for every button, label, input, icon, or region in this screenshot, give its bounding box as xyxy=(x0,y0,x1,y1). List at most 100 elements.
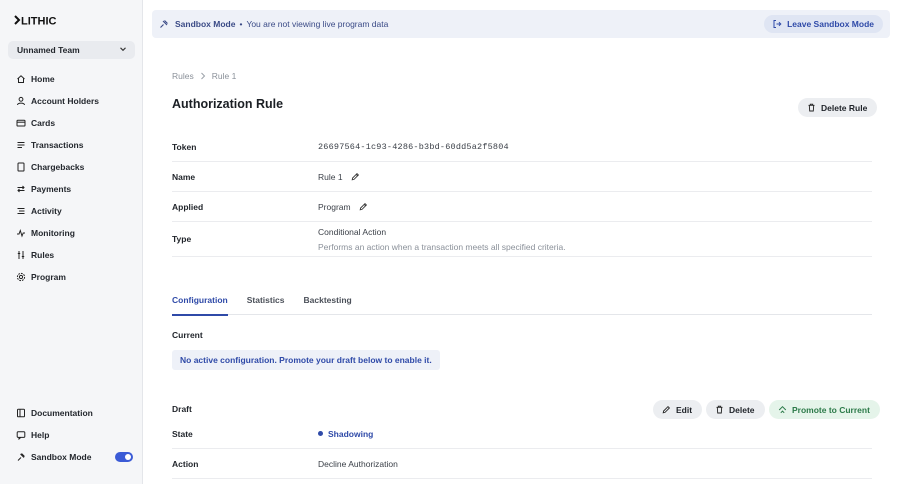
edit-name-icon[interactable] xyxy=(351,172,360,181)
promote-icon xyxy=(778,405,787,414)
banner-mode: Sandbox Mode xyxy=(175,19,236,29)
leave-sandbox-button[interactable]: Leave Sandbox Mode xyxy=(764,15,883,33)
team-name: Unnamed Team xyxy=(17,45,80,55)
sidebar-item-payments[interactable]: Payments xyxy=(8,178,135,200)
sidebar-item-documentation[interactable]: Documentation xyxy=(8,402,135,424)
token-value: 26697564-1c93-4286-b3bd-60dd5a2f5804 xyxy=(318,141,509,152)
detail-row-token: Token 26697564-1c93-4286-b3bd-60dd5a2f58… xyxy=(172,132,872,162)
chevron-right-icon xyxy=(200,72,206,80)
sidebar-bottom: Documentation Help Sandbox Mode xyxy=(8,402,135,468)
detail-row-applied: Applied Program xyxy=(172,192,872,222)
lithic-logo-icon: LITHIC xyxy=(14,15,56,27)
logo[interactable]: LITHIC xyxy=(14,14,72,26)
app-root: LITHIC Unnamed Team Home Account Holders… xyxy=(0,0,900,484)
sidebar-item-chargebacks[interactable]: Chargebacks xyxy=(8,156,135,178)
type-label: Type xyxy=(172,234,192,244)
state-value: Shadowing xyxy=(328,428,374,439)
sidebar-item-help[interactable]: Help xyxy=(8,424,135,446)
sidebar-item-account-holders[interactable]: Account Holders xyxy=(8,90,135,112)
trash-icon xyxy=(807,103,816,112)
sandbox-icon xyxy=(159,19,169,29)
token-label: Token xyxy=(172,141,197,152)
sidebar-item-label: Cards xyxy=(31,118,56,128)
promote-to-current-button[interactable]: Promote to Current xyxy=(769,400,880,419)
name-value-wrap: Rule 1 xyxy=(318,172,872,182)
sandbox-banner: Sandbox Mode • You are not viewing live … xyxy=(152,10,890,38)
help-icon xyxy=(16,430,26,440)
draft-row-state: State Shadowing xyxy=(172,419,872,449)
type-value-wrap: Conditional Action Performs an action wh… xyxy=(318,227,872,252)
banner-separator: • xyxy=(239,19,243,29)
banner-message: You are not viewing live program data xyxy=(246,19,389,29)
sidebar-item-home[interactable]: Home xyxy=(8,68,135,90)
breadcrumb: Rules Rule 1 xyxy=(172,71,236,81)
name-value: Rule 1 xyxy=(318,171,343,182)
logo-text: LITHIC xyxy=(21,16,56,27)
delete-draft-label: Delete xyxy=(729,404,755,415)
action-label: Action xyxy=(172,458,199,469)
breadcrumb-parent[interactable]: Rules xyxy=(172,71,194,81)
state-value-wrap: Shadowing xyxy=(318,429,872,439)
book-icon xyxy=(16,408,26,418)
rule-tabs: Configuration Statistics Backtesting xyxy=(172,287,872,316)
list-icon xyxy=(16,140,26,150)
sidebar-item-activity[interactable]: Activity xyxy=(8,200,135,222)
sidebar-item-label: Activity xyxy=(31,206,62,216)
applied-value-wrap: Program xyxy=(318,202,872,212)
tab-configuration[interactable]: Configuration xyxy=(172,287,228,316)
sidebar-item-label: Program xyxy=(31,272,66,282)
pencil-icon xyxy=(662,405,671,414)
document-icon xyxy=(16,162,26,172)
applied-value: Program xyxy=(318,201,351,212)
rules-icon xyxy=(16,250,26,260)
applied-label: Applied xyxy=(172,201,204,212)
activity-icon xyxy=(16,206,26,216)
state-label: State xyxy=(172,428,193,439)
edit-draft-button[interactable]: Edit xyxy=(653,400,703,419)
sidebar-item-transactions[interactable]: Transactions xyxy=(8,134,135,156)
sandbox-mode-toggle[interactable] xyxy=(115,452,133,462)
sidebar-item-label: Rules xyxy=(31,250,55,260)
sidebar: LITHIC Unnamed Team Home Account Holders… xyxy=(0,0,143,484)
tab-backtesting[interactable]: Backtesting xyxy=(304,287,352,315)
sidebar-item-label: Documentation xyxy=(31,408,93,418)
sidebar-item-rules[interactable]: Rules xyxy=(8,244,135,266)
type-description: Performs an action when a transaction me… xyxy=(318,241,566,252)
main-content: Sandbox Mode • You are not viewing live … xyxy=(143,0,900,484)
breadcrumb-current: Rule 1 xyxy=(211,71,237,81)
sidebar-item-cards[interactable]: Cards xyxy=(8,112,135,134)
exit-icon xyxy=(772,19,782,29)
sidebar-item-sandbox-mode: Sandbox Mode xyxy=(8,446,135,468)
trash-icon xyxy=(715,405,724,414)
sidebar-item-label: Transactions xyxy=(31,140,84,150)
detail-row-name: Name Rule 1 xyxy=(172,162,872,192)
rule-details: Token 26697564-1c93-4286-b3bd-60dd5a2f58… xyxy=(172,132,872,257)
edit-draft-label: Edit xyxy=(676,404,693,415)
delete-draft-button[interactable]: Delete xyxy=(706,400,765,419)
delete-rule-button[interactable]: Delete Rule xyxy=(798,98,878,117)
sidebar-item-label: Help xyxy=(31,430,50,440)
chevron-down-icon xyxy=(119,45,127,55)
sidebar-item-label: Sandbox Mode xyxy=(31,452,92,462)
sandbox-icon xyxy=(16,452,26,462)
sidebar-item-label: Chargebacks xyxy=(31,162,85,172)
card-icon xyxy=(16,118,26,128)
draft-row-action: Action Decline Authorization xyxy=(172,449,872,479)
current-section-label: Current xyxy=(172,330,203,340)
delete-rule-label: Delete Rule xyxy=(821,102,868,113)
status-dot-icon xyxy=(318,431,323,436)
promote-label: Promote to Current xyxy=(792,404,870,415)
sidebar-item-program[interactable]: Program xyxy=(8,266,135,288)
tab-statistics[interactable]: Statistics xyxy=(247,287,285,315)
transfer-icon xyxy=(16,184,26,194)
home-icon xyxy=(16,74,26,84)
page-title: Authorization Rule xyxy=(172,97,284,111)
sidebar-item-label: Account Holders xyxy=(31,96,100,106)
type-value: Conditional Action xyxy=(318,226,387,237)
team-select[interactable]: Unnamed Team xyxy=(8,41,135,59)
edit-applied-icon[interactable] xyxy=(359,202,368,211)
detail-row-type: Type Conditional Action Performs an acti… xyxy=(172,222,872,257)
gear-icon xyxy=(16,272,26,282)
sidebar-item-monitoring[interactable]: Monitoring xyxy=(8,222,135,244)
sidebar-nav: Home Account Holders Cards Transactions … xyxy=(8,68,135,288)
